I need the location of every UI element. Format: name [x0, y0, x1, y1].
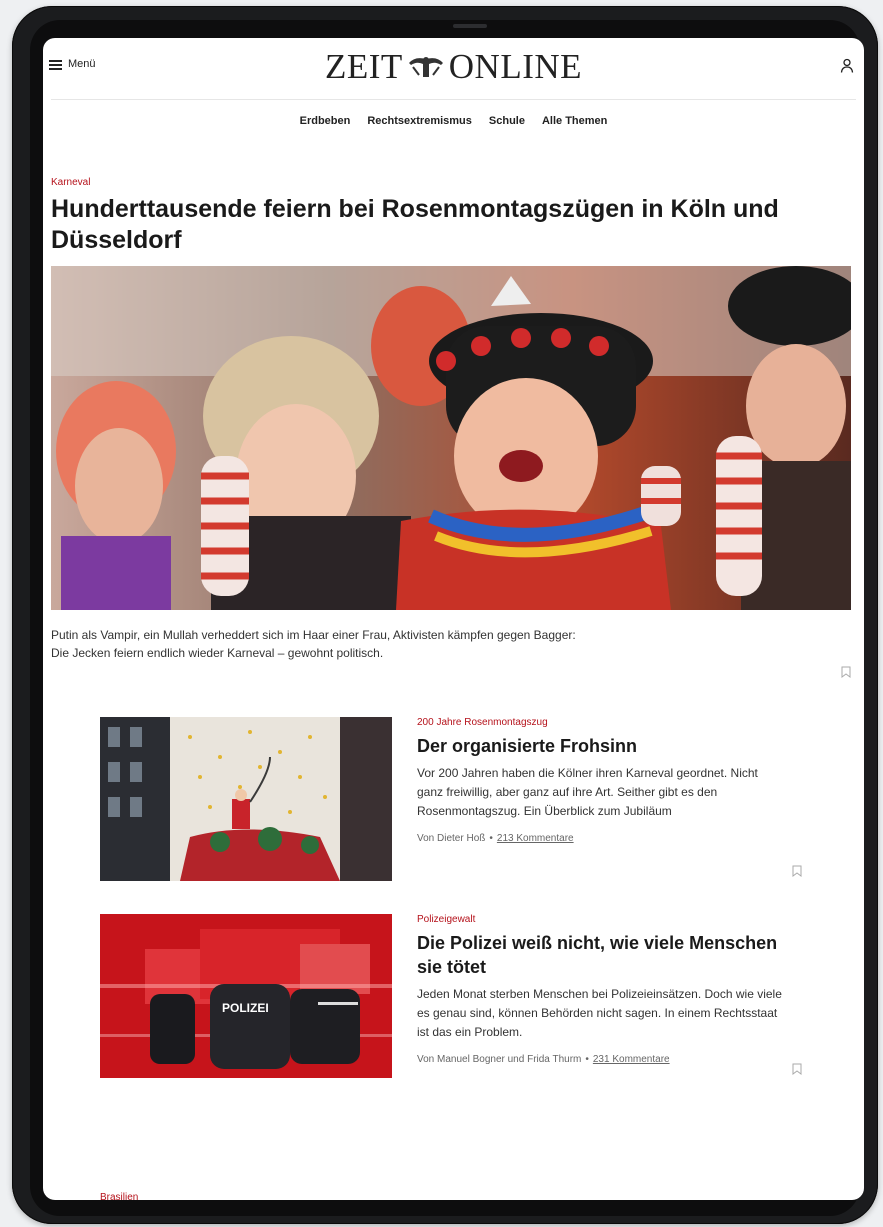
carnival-photo-illustration	[51, 266, 851, 610]
teaser-title[interactable]: Der organisierte Frohsinn	[417, 734, 787, 758]
lead-photo-carnival[interactable]	[51, 266, 851, 610]
logo-text-left: ZEIT	[324, 47, 403, 86]
site-header: Menü ZEIT ONLINE	[49, 38, 856, 100]
logo-text-right: ONLINE	[448, 47, 583, 86]
teaser-text[interactable]: Jeden Monat sterben Menschen bei Polizei…	[417, 985, 787, 1042]
teaser-kicker[interactable]: Polizeigewalt	[417, 914, 787, 925]
camera	[453, 24, 487, 28]
teaser-author: Von Manuel Bogner und Frida Thurm	[417, 1054, 582, 1065]
teaser-title[interactable]: Die Polizei weiß nicht, wie viele Mensch…	[417, 931, 787, 979]
teaser-meta: Von Dieter Hoß • 213 Kommentare	[417, 833, 787, 844]
bookmark-icon[interactable]	[792, 1063, 802, 1075]
article-teaser-rosenmontag[interactable]: 200 Jahre Rosenmontagszug Der organisier…	[100, 717, 802, 883]
parade-photo-illustration	[100, 717, 392, 881]
topic-nav: Erdbeben Rechtsextremismus Schule Alle T…	[43, 100, 864, 152]
eagle-emblem-icon	[408, 57, 443, 77]
user-icon[interactable]	[840, 58, 854, 74]
comments-link[interactable]: 231 Kommentare	[593, 1054, 670, 1065]
lead-teaser-line-2: Die Jecken feiern endlich wieder Karneva…	[51, 646, 384, 660]
bookmark-icon[interactable]	[792, 865, 802, 877]
teaser-image-parade[interactable]	[100, 717, 392, 881]
topic-rechtsextremismus[interactable]: Rechtsextremismus	[367, 115, 472, 152]
lead-kicker[interactable]: Karneval	[51, 177, 856, 188]
meta-separator: •	[585, 1054, 589, 1065]
lead-teaser[interactable]: Putin als Vampir, ein Mullah verheddert …	[51, 626, 671, 662]
police-illustration: POLIZEI	[100, 914, 392, 1078]
comments-link[interactable]: 213 Kommentare	[497, 833, 574, 844]
next-section-kicker[interactable]: Brasilien	[100, 1192, 138, 1200]
topic-alle-themen[interactable]: Alle Themen	[542, 115, 607, 152]
site-logo[interactable]: ZEIT ONLINE	[51, 47, 856, 87]
topic-schule[interactable]: Schule	[489, 115, 525, 152]
bookmark-icon[interactable]	[841, 666, 851, 678]
meta-separator: •	[489, 833, 493, 844]
teaser-kicker[interactable]: 200 Jahre Rosenmontagszug	[417, 717, 787, 728]
lead-title[interactable]: Hunderttausende feiern bei Rosenmontagsz…	[51, 194, 851, 256]
teaser-author: Von Dieter Hoß	[417, 833, 486, 844]
lead-article[interactable]: Karneval Hunderttausende feiern bei Rose…	[43, 177, 864, 662]
topic-erdbeben[interactable]: Erdbeben	[300, 115, 351, 152]
browser-screen: Menü ZEIT ONLINE Erdbeben Rechtsextremis…	[43, 38, 864, 1200]
article-teaser-polizeigewalt[interactable]: POLIZEI Polizeigewalt Die Polizei weiß n…	[100, 914, 802, 1080]
teaser-body: Polizeigewalt Die Polizei weiß nicht, wi…	[417, 914, 787, 1065]
police-vest-text: POLIZEI	[222, 1001, 269, 1015]
lead-teaser-line-1: Putin als Vampir, ein Mullah verheddert …	[51, 628, 576, 642]
teaser-text[interactable]: Vor 200 Jahren haben die Kölner ihren Ka…	[417, 764, 787, 821]
teaser-meta: Von Manuel Bogner und Frida Thurm • 231 Ko…	[417, 1054, 787, 1065]
teaser-body: 200 Jahre Rosenmontagszug Der organisier…	[417, 717, 787, 844]
teaser-image-police[interactable]: POLIZEI	[100, 914, 392, 1078]
